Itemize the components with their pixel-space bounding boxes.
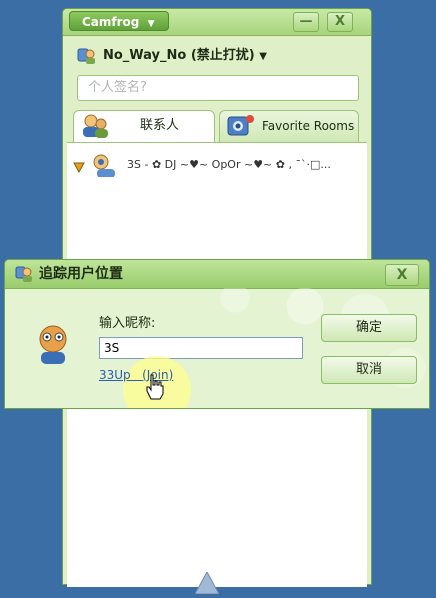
dialog-close-button[interactable]: X [385,264,419,286]
tab-favorite-rooms[interactable]: Favorite Rooms [219,110,359,142]
camfrog-menu-button[interactable]: Camfrog ▼ [69,11,169,31]
main-titlebar[interactable]: Camfrog ▼ — X [63,9,371,36]
close-button[interactable]: X [327,12,353,32]
list-item[interactable]: 3S - ✿ DJ ~♥~ OpOr ~♥~ ✿ , ¯`·□... [73,153,365,177]
minimize-button[interactable]: — [293,12,319,32]
personal-signature-input[interactable]: 个人签名? [77,75,359,101]
chevron-down-icon: ▼ [259,51,267,62]
user-status-selector[interactable]: No_Way_No (禁止打扰) ▼ [73,45,363,67]
tab-favorite-rooms-label: Favorite Rooms [262,119,355,133]
contact-avatar-icon [89,153,119,177]
user-avatar-icon [33,324,73,370]
cancel-button[interactable]: 取消 [321,356,417,384]
dialog-title: 追踪用户位置 [39,266,123,282]
dialog-titlebar[interactable]: 追踪用户位置 X [5,260,429,289]
contact-name: 3S - ✿ DJ ~♥~ OpOr ~♥~ ✿ , ¯`·□... [127,158,331,171]
locate-user-icon [15,265,33,287]
cone-decoration-icon [194,570,220,598]
user-status-icon [77,47,97,73]
user-status-text: No_Way_No (禁止打扰) [103,48,255,63]
user-status-label: No_Way_No (禁止打扰) ▼ [103,45,267,68]
nickname-input[interactable]: 3S [99,337,303,359]
nickname-label: 输入昵称: [99,316,156,331]
chevron-down-icon: ▼ [147,19,155,29]
camfrog-menu-label: Camfrog [82,15,140,29]
favorite-pin-icon [73,158,85,177]
tab-contacts-label: 联系人 [140,118,180,133]
tab-contacts[interactable]: 联系人 [73,110,215,143]
hand-cursor-icon [145,374,165,404]
locate-user-dialog: 追踪用户位置 X 输入昵称: 3S 33Up (Join) 确定 取消 [4,259,430,409]
ok-button[interactable]: 确定 [321,314,417,342]
